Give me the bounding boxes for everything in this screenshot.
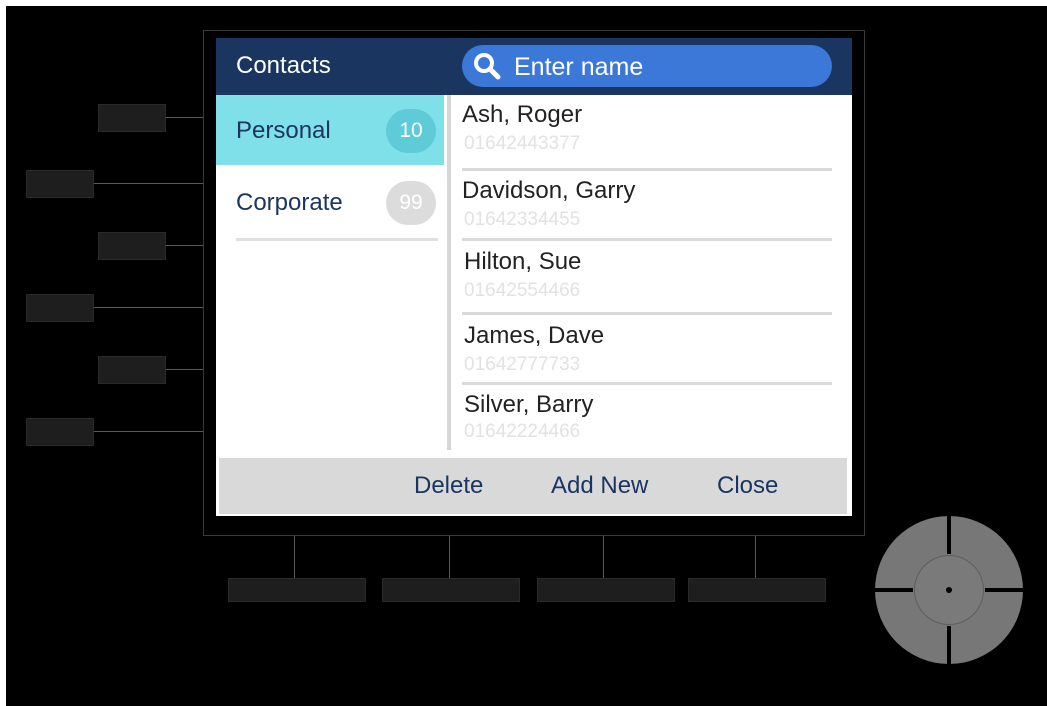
contact-name: Hilton, Sue xyxy=(464,248,582,275)
left-softkey-6[interactable] xyxy=(26,418,94,446)
bottom-softkey-2[interactable] xyxy=(382,578,520,602)
group-count-badge: 99 xyxy=(386,181,436,225)
group-count-badge: 10 xyxy=(386,109,436,153)
group-list: Personal 10 Corporate 99 xyxy=(216,95,444,457)
softkey-leader xyxy=(166,369,204,370)
bottom-softkey-3[interactable] xyxy=(537,578,675,602)
left-softkey-3[interactable] xyxy=(98,232,166,260)
add-new-button[interactable]: Add New xyxy=(551,472,648,500)
search-placeholder: Enter name xyxy=(514,53,644,81)
contact-list-item[interactable]: Ash, Roger 01642443377 xyxy=(462,95,832,165)
group-item-personal[interactable]: Personal 10 xyxy=(216,95,444,165)
left-softkey-5[interactable] xyxy=(98,356,166,384)
title-bar: Contacts Enter name xyxy=(216,38,852,95)
contact-list-item[interactable]: Davidson, Garry 01642334455 xyxy=(462,171,832,241)
contact-phone: 01642777733 xyxy=(464,354,581,375)
contact-phone: 01642224466 xyxy=(464,421,581,442)
contact-name: Ash, Roger xyxy=(462,101,583,128)
pane-divider xyxy=(447,95,451,450)
contact-list-item[interactable]: Silver, Barry 01642224466 xyxy=(462,385,832,455)
nav-center-dot xyxy=(946,587,952,593)
softkey-leader xyxy=(449,536,450,578)
nav-down-mark xyxy=(947,626,951,664)
contact-phone: 01642334455 xyxy=(464,209,581,230)
left-softkey-1[interactable] xyxy=(98,104,166,132)
softkey-leader xyxy=(166,117,204,118)
nav-left-mark xyxy=(875,588,913,592)
bottom-softkey-4[interactable] xyxy=(688,578,826,602)
screen-title: Contacts xyxy=(236,52,331,79)
contact-phone: 01642443377 xyxy=(464,133,581,154)
left-softkey-2[interactable] xyxy=(26,170,94,198)
left-softkey-4[interactable] xyxy=(26,294,94,322)
softkey-leader xyxy=(603,536,604,578)
divider xyxy=(462,312,832,315)
contact-name: Davidson, Garry xyxy=(462,177,636,204)
divider xyxy=(236,238,438,241)
contact-name: James, Dave xyxy=(464,322,605,349)
search-field[interactable]: Enter name xyxy=(462,45,832,87)
softkey-leader xyxy=(94,307,204,308)
softkey-leader xyxy=(94,183,204,184)
divider xyxy=(462,238,832,241)
nav-right-mark xyxy=(985,588,1023,592)
group-item-corporate[interactable]: Corporate 99 xyxy=(216,167,444,237)
softkey-leader xyxy=(755,536,756,578)
bottom-softkey-1[interactable] xyxy=(228,578,366,602)
contacts-screen: Contacts Enter name Personal 10 Corporat… xyxy=(216,38,852,516)
group-label: Personal xyxy=(236,117,331,144)
contact-list-item[interactable]: James, Dave 01642777733 xyxy=(462,316,832,386)
delete-button[interactable]: Delete xyxy=(414,472,483,500)
action-bar: Delete Add New Close xyxy=(219,458,847,514)
softkey-leader xyxy=(294,536,295,578)
nav-up-mark xyxy=(947,516,951,554)
close-button[interactable]: Close xyxy=(717,472,778,500)
group-label: Corporate xyxy=(236,189,343,216)
contact-list-item[interactable]: Hilton, Sue 01642554466 xyxy=(462,242,832,312)
contact-name: Silver, Barry xyxy=(464,391,594,418)
contact-phone: 01642554466 xyxy=(464,280,581,301)
softkey-leader xyxy=(166,245,204,246)
search-icon xyxy=(474,53,501,80)
softkey-leader xyxy=(94,431,204,432)
